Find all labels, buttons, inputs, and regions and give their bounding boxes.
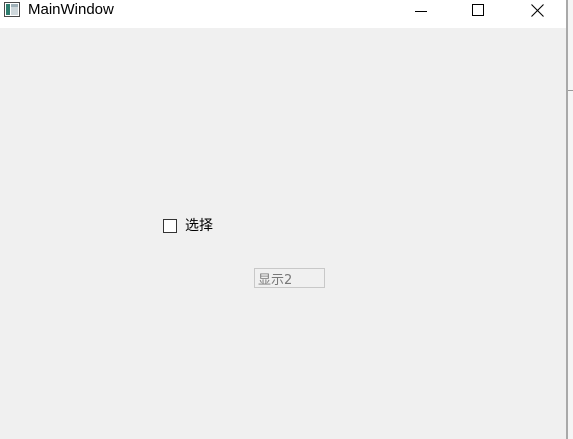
- app-window-icon: [4, 2, 20, 17]
- title-bar[interactable]: MainWindow: [0, 0, 566, 28]
- background-strip: [568, 0, 573, 439]
- main-window: MainWindow 选择 显示2: [0, 0, 566, 439]
- display-line-edit[interactable]: [254, 268, 325, 288]
- select-checkbox[interactable]: 选择: [163, 217, 213, 235]
- checkbox-label: 选择: [185, 218, 213, 234]
- window-title: MainWindow: [28, 1, 114, 18]
- checkbox-box[interactable]: [163, 219, 177, 233]
- maximize-button[interactable]: [449, 0, 507, 20]
- minimize-button[interactable]: [392, 0, 450, 20]
- close-button[interactable]: [508, 0, 566, 20]
- minimize-icon: [415, 4, 427, 16]
- background-divider: [568, 90, 573, 91]
- maximize-icon: [472, 4, 484, 16]
- close-icon: [530, 3, 544, 17]
